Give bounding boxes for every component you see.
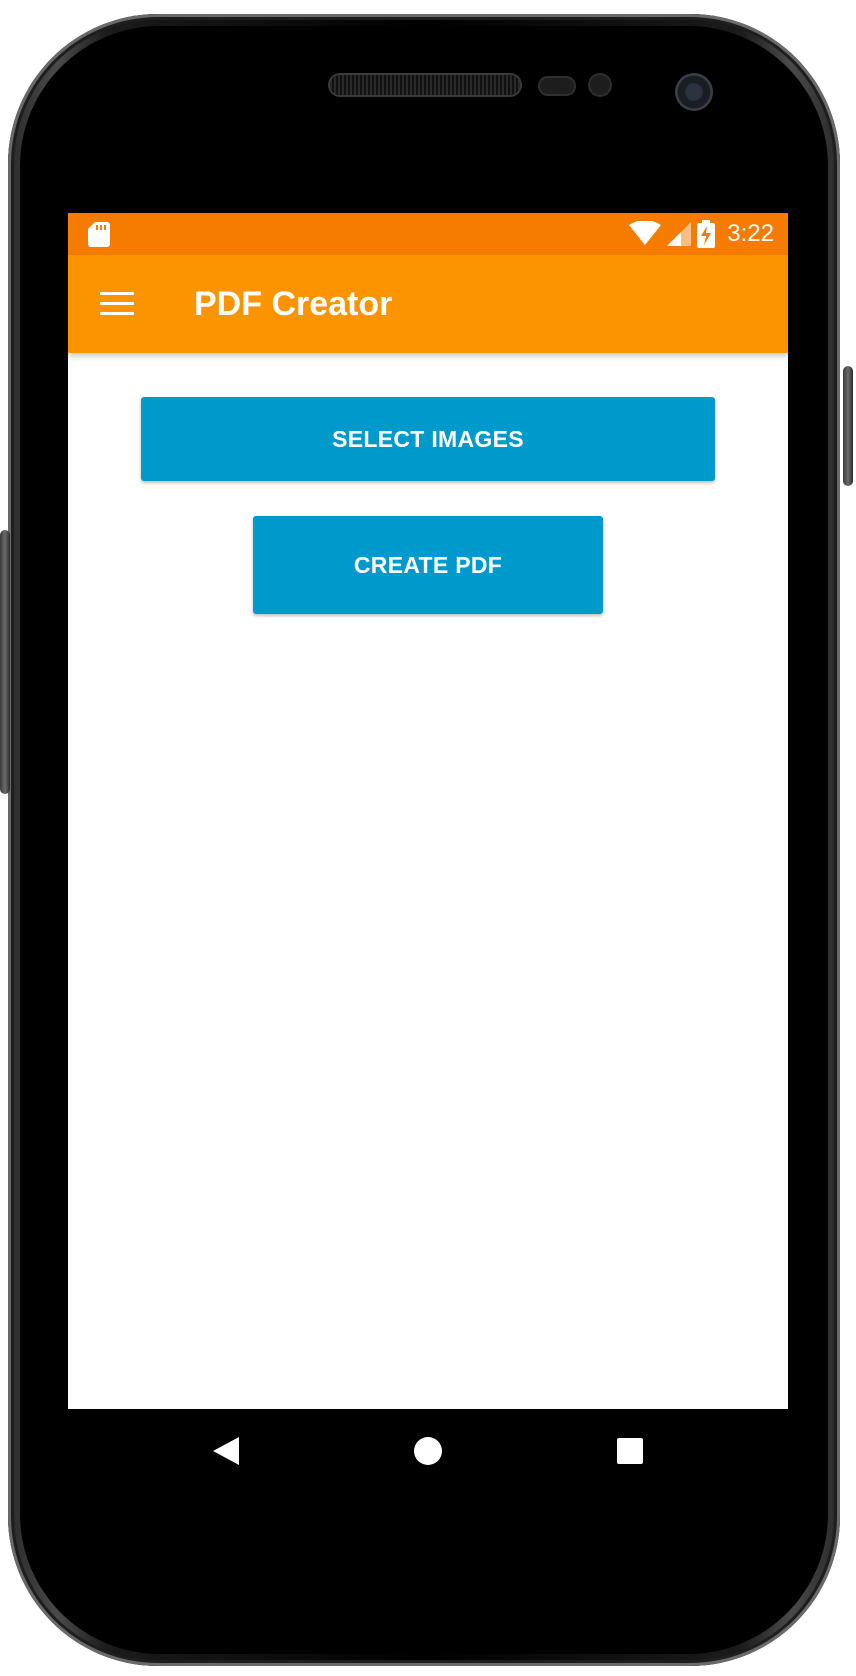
back-icon [213, 1437, 239, 1465]
status-icons: 3:22 [629, 213, 774, 255]
menu-line [100, 302, 134, 305]
home-icon [414, 1437, 442, 1465]
navigation-bar [68, 1409, 788, 1493]
create-pdf-button[interactable]: CREATE PDF [253, 516, 603, 614]
status-time: 3:22 [727, 220, 774, 247]
proximity-sensor [540, 78, 574, 94]
status-bar: 3:22 [68, 213, 788, 255]
back-button[interactable] [204, 1429, 248, 1473]
earpiece-speaker [330, 75, 520, 95]
front-camera [675, 73, 713, 111]
hamburger-menu-icon[interactable] [100, 290, 134, 318]
cell-signal-icon [667, 222, 692, 246]
power-button [843, 366, 853, 486]
app-bar: PDF Creator [68, 255, 788, 353]
sd-card-icon [88, 222, 110, 247]
wifi-icon [629, 221, 662, 245]
recents-button[interactable] [608, 1429, 652, 1473]
volume-button [0, 530, 10, 794]
main-content: SELECT IMAGES CREATE PDF [68, 353, 788, 1353]
app-title: PDF Creator [194, 285, 393, 323]
menu-line [100, 292, 134, 295]
menu-line [100, 312, 134, 315]
select-images-button[interactable]: SELECT IMAGES [141, 397, 715, 481]
phone-screen: 3:22 PDF Creator SELECT IMAGES CREATE PD… [68, 213, 788, 1493]
light-sensor [590, 75, 610, 95]
battery-charging-icon [697, 220, 716, 248]
home-button[interactable] [406, 1429, 450, 1473]
recents-icon [617, 1438, 643, 1464]
